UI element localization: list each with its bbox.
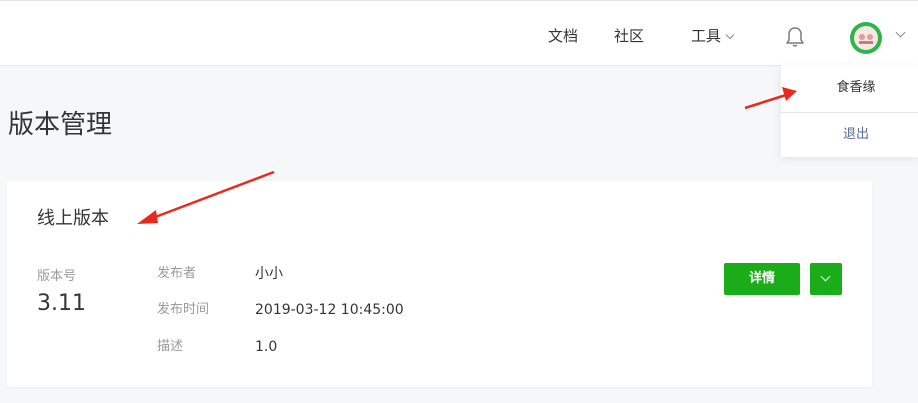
avatar-image <box>854 26 878 50</box>
detail-button[interactable]: 详情 <box>724 263 800 295</box>
bell-icon[interactable] <box>784 25 806 49</box>
version-number: 3.11 <box>37 291 86 316</box>
publisher-label: 发布者 <box>157 266 197 281</box>
avatar[interactable] <box>850 22 882 54</box>
version-label: 版本号 <box>37 269 77 284</box>
online-version-card: 线上版本 版本号 3.11 发布者 小小 发布时间 2019-03-12 10:… <box>7 181 872 387</box>
publisher-value: 小小 <box>255 266 283 282</box>
chevron-down-icon <box>820 271 831 282</box>
page-title: 版本管理 <box>8 110 113 140</box>
nav-docs-link[interactable]: 文档 <box>548 26 578 46</box>
more-options-button[interactable] <box>810 263 842 295</box>
user-dropdown-menu: 食香缘 退出 <box>780 65 918 157</box>
chevron-down-icon[interactable] <box>895 27 906 38</box>
chevron-down-icon <box>725 30 735 40</box>
nav-tools-menu[interactable]: 工具 <box>691 26 735 46</box>
logout-menu-item[interactable]: 退出 <box>781 113 918 157</box>
publish-time-label: 发布时间 <box>157 302 210 317</box>
top-navigation-bar: 文档 社区 工具 <box>0 0 918 66</box>
dropdown-username: 食香缘 <box>836 80 876 95</box>
description-label: 描述 <box>157 339 184 354</box>
card-title: 线上版本 <box>37 208 109 229</box>
publish-time-value: 2019-03-12 10:45:00 <box>255 302 404 318</box>
description-value: 1.0 <box>255 339 278 355</box>
nav-community-link[interactable]: 社区 <box>614 26 644 46</box>
nav-tools-label: 工具 <box>691 27 722 45</box>
